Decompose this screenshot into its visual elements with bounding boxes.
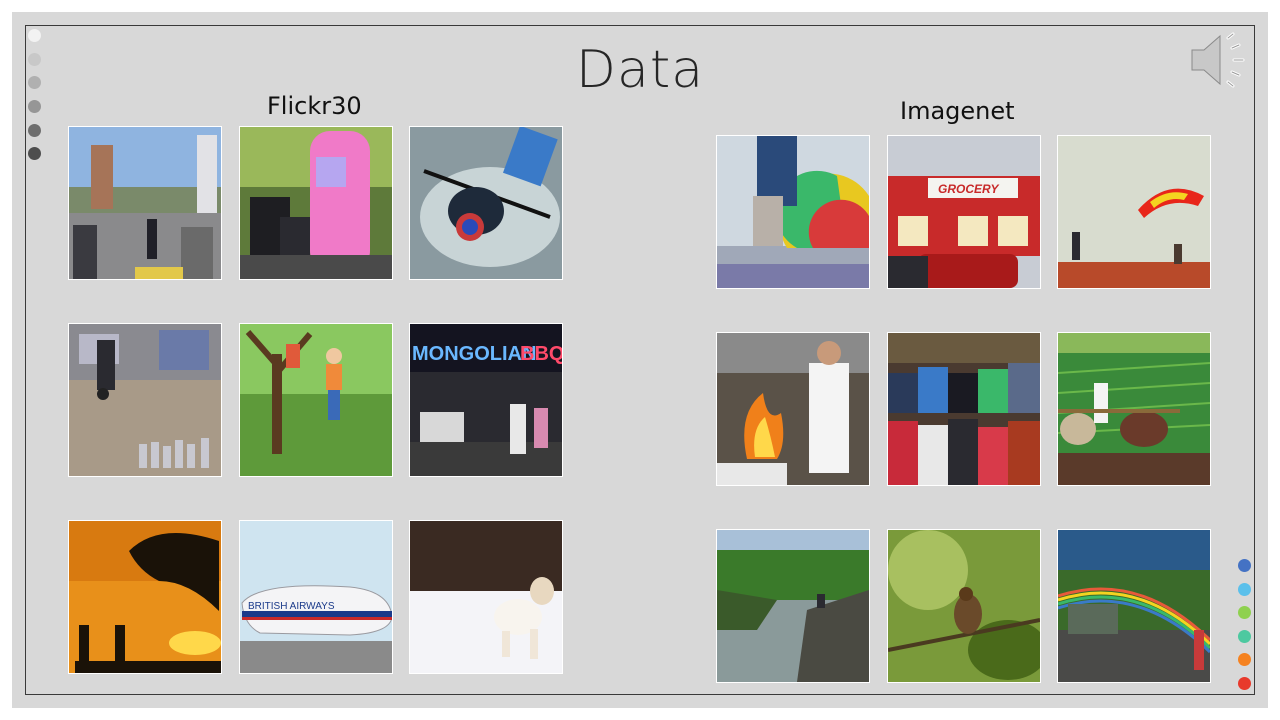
accent-dot-light-blue bbox=[1238, 583, 1251, 596]
flickr30-label: Flickr30 bbox=[267, 92, 362, 120]
imagenet-image-bird-branch bbox=[887, 529, 1041, 683]
slide-nav-dot[interactable] bbox=[28, 76, 41, 89]
slide-nav-dot[interactable] bbox=[28, 124, 41, 137]
imagenet-image-grocery-store: GROCERY bbox=[887, 135, 1041, 289]
flickr-image-bowling-graffiti bbox=[68, 323, 222, 477]
svg-text:BRITISH AIRWAYS: BRITISH AIRWAYS bbox=[248, 601, 335, 612]
imagenet-label: Imagenet bbox=[900, 97, 1015, 125]
slide-nav-dot[interactable] bbox=[28, 147, 41, 160]
slide-nav-dot[interactable] bbox=[28, 29, 41, 42]
slide-nav-dot[interactable] bbox=[28, 53, 41, 66]
imagenet-image-rainbow-street bbox=[1057, 529, 1211, 683]
slide-title: Data bbox=[575, 40, 705, 100]
flickr-image-kayak bbox=[409, 126, 563, 280]
imagenet-image-umbrella bbox=[716, 135, 870, 289]
accent-dot-blue bbox=[1238, 559, 1251, 572]
svg-text:MONGOLIAN: MONGOLIAN bbox=[412, 343, 536, 365]
imagenet-image-crowd bbox=[887, 332, 1041, 486]
imagenet-image-chef-flames bbox=[716, 332, 870, 486]
flickr-image-mongolian-bbq: MONGOLIAN BBQ bbox=[409, 323, 563, 477]
flickr-image-british-airways: BRITISH AIRWAYS bbox=[239, 520, 393, 674]
imagenet-image-oxen-plough bbox=[1057, 332, 1211, 486]
imagenet-image-parachute bbox=[1057, 135, 1211, 289]
speaker-icon[interactable] bbox=[1188, 28, 1252, 92]
svg-text:GROCERY: GROCERY bbox=[938, 182, 999, 196]
imagenet-image-river-gorge bbox=[716, 529, 870, 683]
flickr-image-city-street bbox=[68, 126, 222, 280]
accent-dot-teal bbox=[1238, 630, 1251, 643]
slide-nav-dot[interactable] bbox=[28, 100, 41, 113]
svg-text:BBQ: BBQ bbox=[520, 343, 562, 365]
flickr-image-kids-tree bbox=[239, 323, 393, 477]
flickr-image-cotton-candy bbox=[239, 126, 393, 280]
flickr-image-dog-snow bbox=[409, 520, 563, 674]
accent-dot-green bbox=[1238, 606, 1251, 619]
accent-dot-orange bbox=[1238, 653, 1251, 666]
flickr-image-sunset-silhouette bbox=[68, 520, 222, 674]
accent-dot-red bbox=[1238, 677, 1251, 690]
